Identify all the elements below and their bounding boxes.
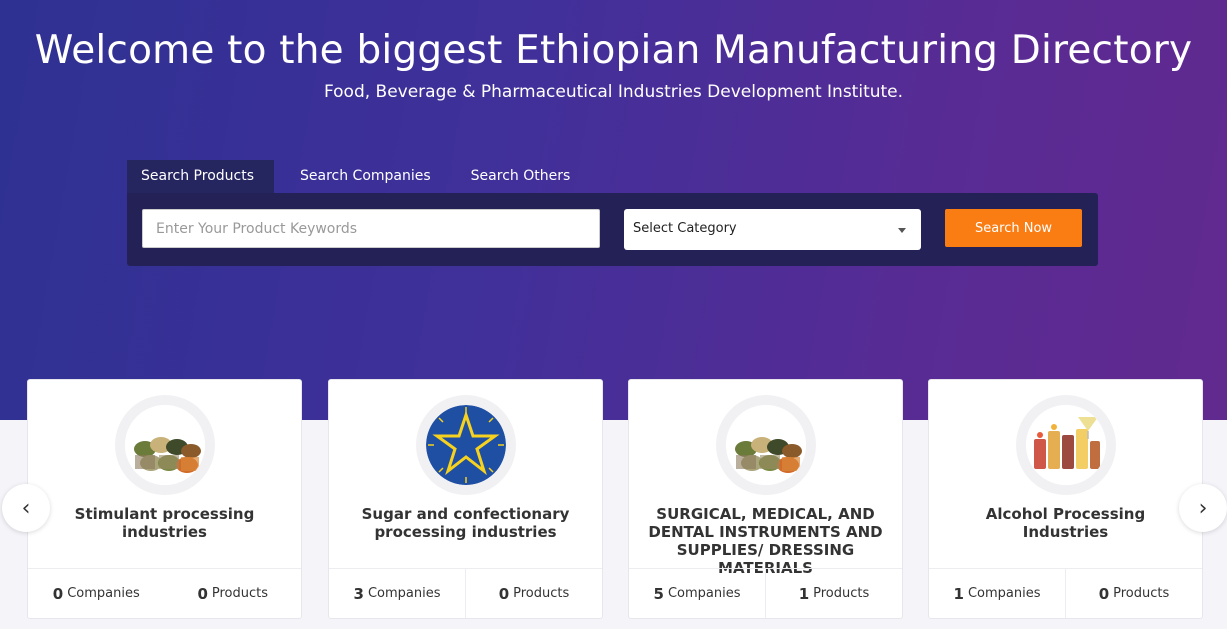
card-footer: 0 Companies 0 Products	[28, 568, 301, 618]
carousel-prev-button[interactable]: ‹	[2, 484, 50, 532]
card-icon-frame	[115, 395, 215, 495]
products-count-value: 0	[197, 584, 208, 603]
chevron-left-icon: ‹	[21, 495, 31, 521]
category-select-value: Select Category	[633, 221, 737, 236]
products-count-label: Products	[211, 586, 269, 601]
companies-count-label: Companies	[67, 586, 140, 601]
card-title: Sugar and confectionary processing indus…	[361, 505, 570, 541]
companies-count-label: Companies	[667, 586, 741, 601]
category-card-alcohol[interactable]: Alcohol Processing Industries 1 Companie…	[928, 379, 1203, 619]
hero-title: Welcome to the biggest Ethiopian Manufac…	[34, 28, 1193, 73]
search-now-button[interactable]: Search Now	[945, 209, 1082, 247]
category-card-stimulant[interactable]: Stimulant processing industries 0 Compan…	[27, 379, 302, 619]
companies-count-value: 3	[353, 584, 364, 603]
card-title: Stimulant processing industries	[74, 505, 255, 541]
products-count-label: Products	[1113, 586, 1170, 601]
grains-icon	[726, 405, 806, 485]
carousel-next-button[interactable]: ›	[1179, 484, 1227, 532]
grains-icon	[125, 405, 205, 485]
card-icon-frame	[1016, 395, 1116, 495]
companies-count[interactable]: 5 Companies	[629, 569, 765, 618]
companies-count-value: 1	[953, 584, 964, 603]
products-count-label: Products	[513, 586, 570, 601]
companies-count[interactable]: 0 Companies	[28, 569, 165, 618]
tab-search-products[interactable]: Search Products	[127, 160, 274, 193]
card-icon-frame	[716, 395, 816, 495]
hero-banner: Welcome to the biggest Ethiopian Manufac…	[0, 0, 1227, 420]
search-tabs: Search Products Search Companies Search …	[127, 160, 590, 193]
companies-count-value: 5	[653, 584, 664, 603]
card-title: Alcohol Processing Industries	[985, 505, 1146, 541]
card-title: SURGICAL, MEDICAL, AND DENTAL INSTRUMENT…	[648, 505, 883, 577]
category-card-sugar[interactable]: Sugar and confectionary processing indus…	[328, 379, 603, 619]
tab-search-others[interactable]: Search Others	[451, 160, 591, 193]
products-count-label: Products	[813, 586, 870, 601]
ethiopia-emblem-icon	[426, 405, 506, 485]
companies-count[interactable]: 1 Companies	[929, 569, 1065, 618]
products-count[interactable]: 0 Products	[1065, 569, 1202, 618]
caret-down-icon	[898, 228, 906, 233]
products-count-value: 0	[498, 584, 510, 603]
card-footer: 3 Companies 0 Products	[329, 568, 602, 618]
companies-count-label: Companies	[967, 586, 1041, 601]
card-icon-frame	[416, 395, 516, 495]
category-card-surgical[interactable]: SURGICAL, MEDICAL, AND DENTAL INSTRUMENT…	[628, 379, 903, 619]
hero-subtitle: Food, Beverage & Pharmaceutical Industri…	[323, 82, 904, 102]
products-count-value: 0	[1098, 584, 1110, 603]
search-panel: Select Category Search Now	[127, 193, 1098, 266]
products-count[interactable]: 0 Products	[465, 569, 602, 618]
card-footer: 5 Companies 1 Products	[629, 568, 902, 618]
products-count[interactable]: 0 Products	[165, 569, 302, 618]
products-count-value: 1	[798, 584, 810, 603]
companies-count-value: 0	[52, 584, 64, 603]
product-keyword-input[interactable]	[142, 209, 600, 248]
companies-count[interactable]: 3 Companies	[329, 569, 465, 618]
category-select[interactable]: Select Category	[624, 209, 921, 250]
drinks-icon	[1026, 405, 1106, 485]
companies-count-label: Companies	[367, 586, 441, 601]
products-count[interactable]: 1 Products	[765, 569, 902, 618]
tab-search-companies[interactable]: Search Companies	[274, 160, 451, 193]
card-footer: 1 Companies 0 Products	[929, 568, 1202, 618]
chevron-right-icon: ›	[1198, 495, 1208, 521]
